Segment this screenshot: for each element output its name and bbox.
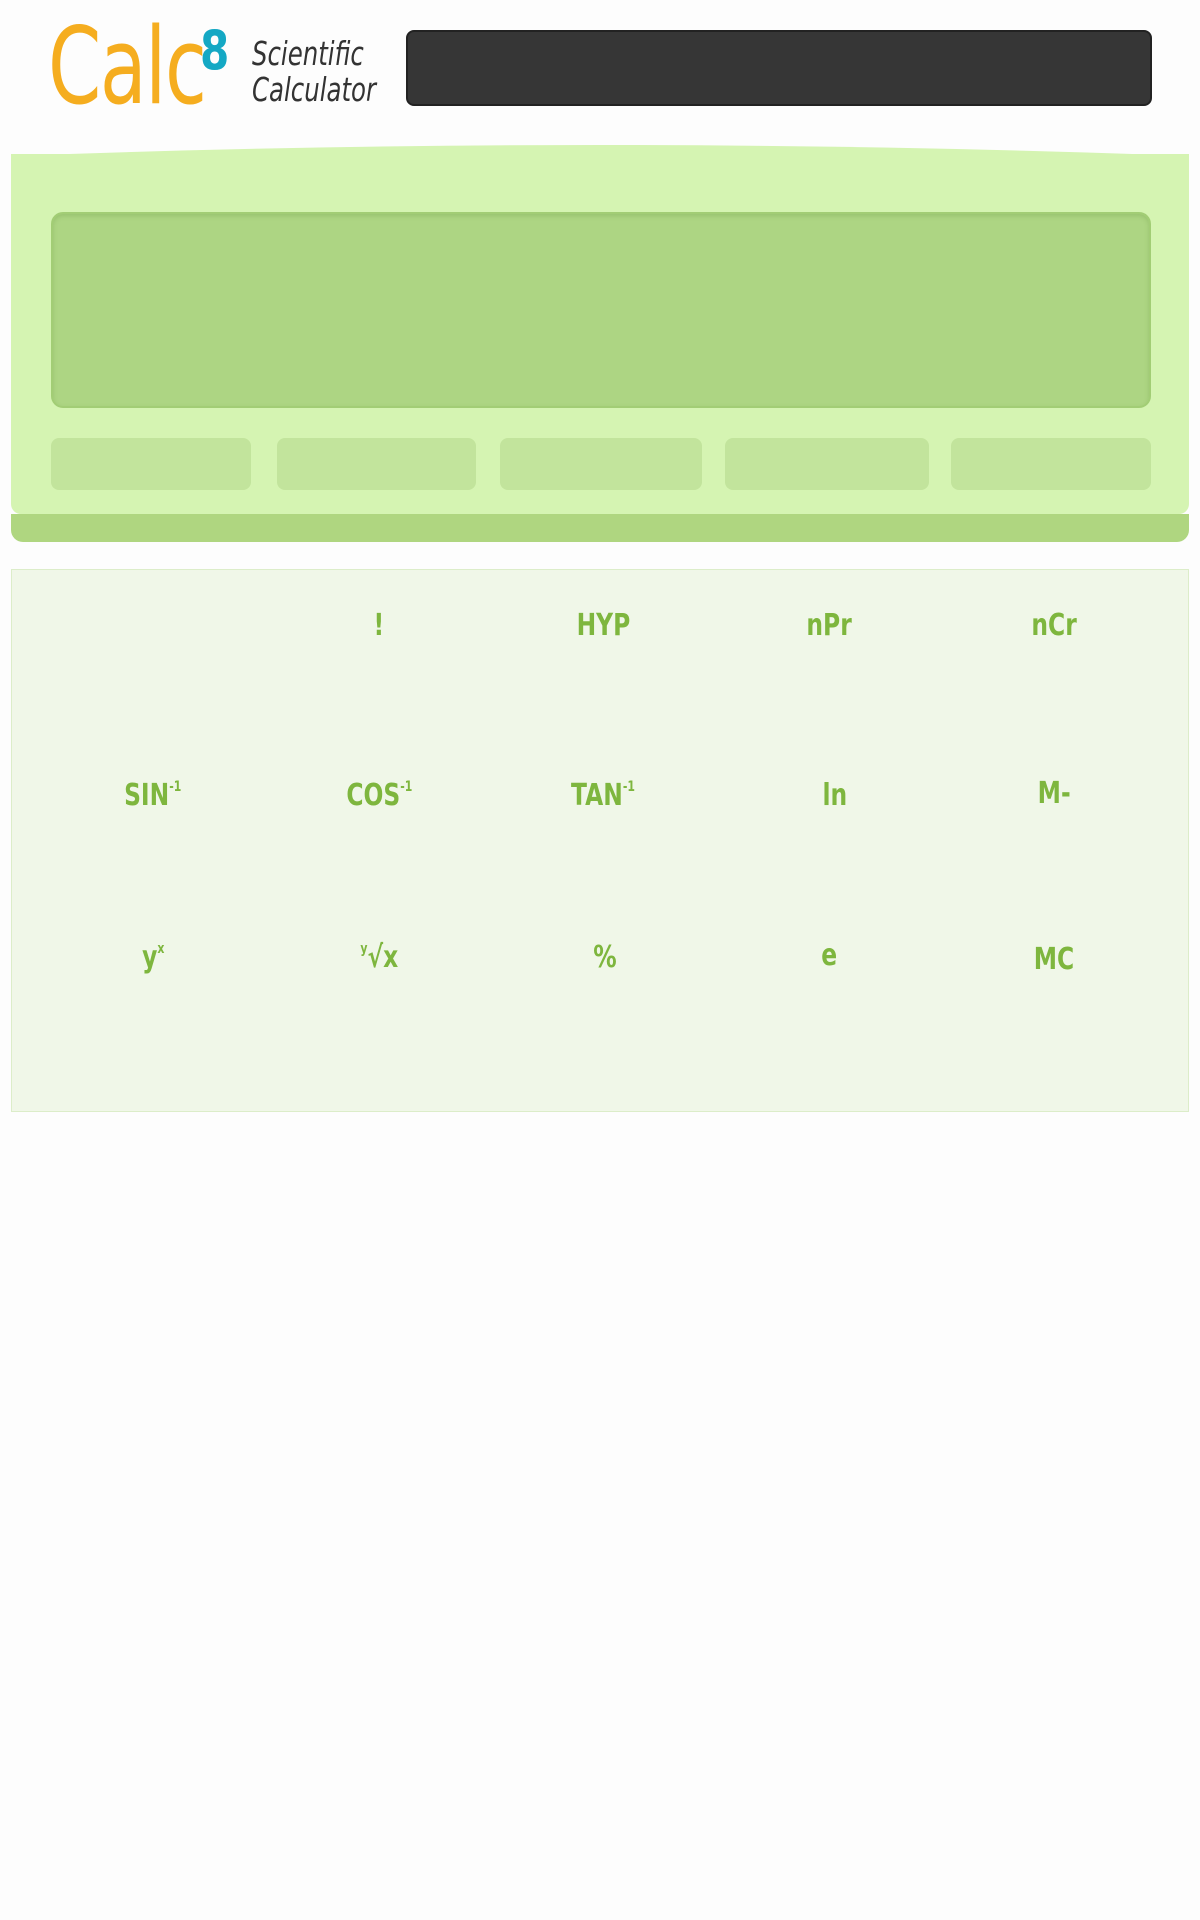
key-power[interactable]: yx — [63, 912, 243, 1002]
app-header: Calc 8 Scientific Calculator — [0, 0, 1200, 140]
key-blank[interactable] — [63, 580, 243, 670]
calculator-top-panel — [11, 142, 1189, 542]
key-hyp[interactable]: HYP — [513, 580, 693, 670]
key-ln[interactable]: ln — [745, 750, 925, 840]
top-banner-bar[interactable] — [406, 30, 1152, 106]
key-atan[interactable]: TAN-1 — [513, 750, 693, 840]
logo-subtitle: Scientific Calculator — [252, 36, 376, 108]
key-acos[interactable]: COS-1 — [289, 750, 469, 840]
key-percent[interactable]: % — [515, 912, 695, 1002]
key-factorial[interactable]: ! — [289, 580, 469, 670]
calculator-display — [51, 212, 1151, 408]
memory-key-1[interactable] — [51, 438, 251, 490]
logo-subtitle-line1: Scientific — [252, 34, 364, 73]
memory-key-2[interactable] — [277, 438, 476, 490]
memory-key-5[interactable] — [951, 438, 1151, 490]
key-ncr[interactable]: nCr — [964, 580, 1144, 670]
memory-key-4[interactable] — [725, 438, 929, 490]
key-asin[interactable]: SIN-1 — [63, 750, 243, 840]
function-keypad: ! HYP nPr nCr SIN-1 COS-1 TAN-1 ln M- yx… — [11, 569, 1189, 1112]
logo-superscript: 8 — [200, 19, 230, 82]
memory-key-3[interactable] — [500, 438, 702, 490]
key-npr[interactable]: nPr — [739, 580, 919, 670]
logo-subtitle-line2: Calculator — [252, 70, 377, 109]
key-mc[interactable]: MC — [964, 914, 1144, 1004]
key-m-minus[interactable]: M- — [964, 748, 1144, 838]
calculator-body-lip — [11, 514, 1189, 542]
logo-wordmark: Calc — [48, 5, 207, 128]
key-root[interactable]: y√x — [289, 912, 469, 1002]
key-euler[interactable]: e — [739, 910, 919, 1000]
